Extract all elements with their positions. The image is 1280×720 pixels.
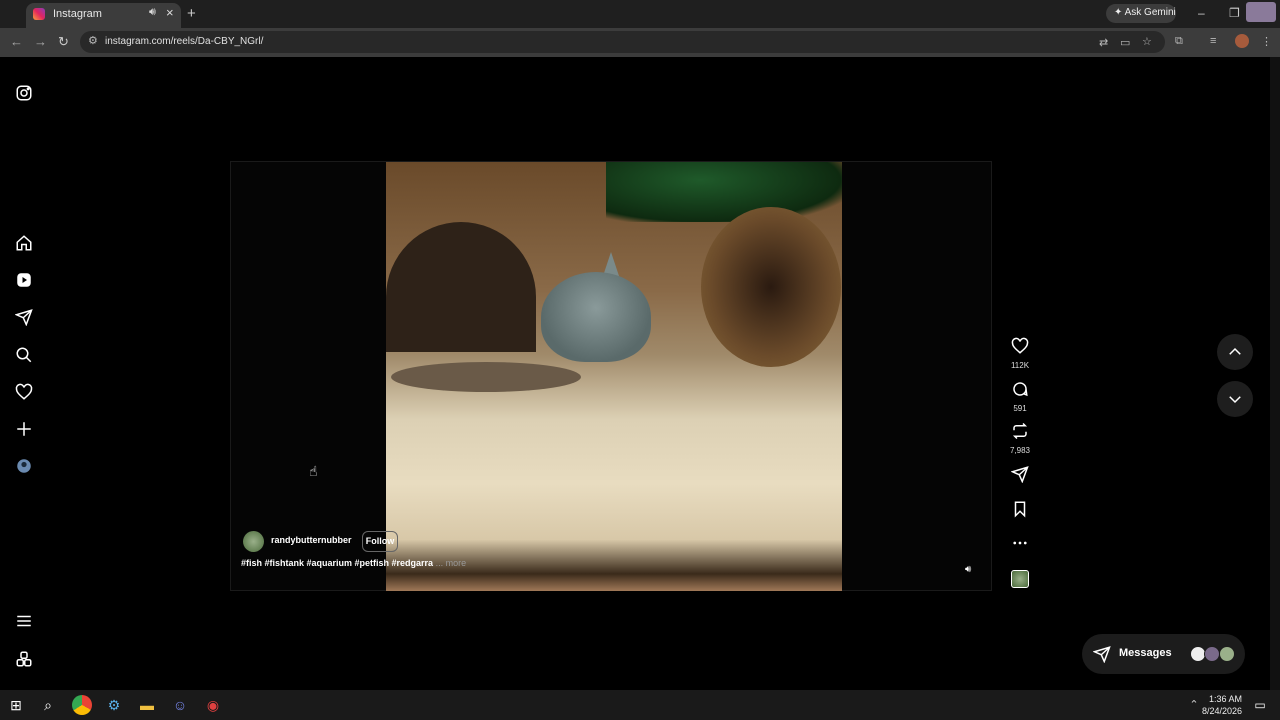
bookmark-star-icon[interactable]: ☆ — [1142, 35, 1152, 48]
forward-arrow-icon[interactable]: → — [34, 34, 47, 49]
original-audio-thumbnail[interactable] — [1011, 570, 1029, 588]
send-icon — [1093, 646, 1111, 663]
instagram-logo-icon[interactable] — [15, 84, 33, 102]
notifications-heart-icon[interactable] — [15, 383, 33, 401]
address-bar[interactable]: ⚙︎ instagram.com/reels/Da-CBY_NGrl/ ⇄ ▭ … — [80, 31, 1165, 53]
message-avatar — [1219, 646, 1235, 662]
back-arrow-icon[interactable]: ← — [10, 34, 23, 49]
bookmark-icon — [1014, 501, 1026, 518]
url-text[interactable]: instagram.com/reels/Da-CBY_NGrl/ — [105, 36, 263, 47]
page-scrollbar[interactable] — [1270, 57, 1280, 690]
home-icon[interactable] — [15, 234, 33, 252]
caption-hashtags[interactable]: #fish #fishtank #aquarium #petfish #redg… — [241, 558, 433, 568]
video-plant — [606, 162, 842, 222]
also-from-meta-icon[interactable] — [15, 650, 33, 668]
taskbar-search-icon[interactable]: ⌕ — [38, 695, 58, 715]
more-link[interactable]: ... more — [436, 558, 467, 568]
like-button[interactable]: 112K — [1008, 337, 1032, 370]
message-avatar — [1204, 646, 1220, 662]
file-explorer-icon[interactable]: ▬ — [137, 695, 157, 715]
new-tab-icon[interactable]: + — [187, 5, 196, 22]
comment-button[interactable]: 591 — [1008, 380, 1032, 413]
browser-tab-bar: Instagram 🔊︎ × + ✦ Ask Gemini – ❐ — [0, 0, 1280, 28]
search-icon[interactable] — [15, 346, 33, 364]
ask-gemini-label: Ask Gemini — [1124, 7, 1176, 18]
more-menu-icon[interactable] — [15, 612, 33, 630]
chevron-up-icon — [1229, 347, 1241, 355]
clock-date: 8/24/2026 — [1201, 706, 1242, 716]
speaker-icon[interactable]: 🔊︎ — [149, 6, 156, 19]
video-fish — [541, 272, 651, 362]
instagram-favicon-icon — [33, 8, 45, 20]
profile-avatar-icon[interactable] — [15, 457, 33, 475]
browser-toolbar: ← → ↻ ⚙︎ instagram.com/reels/Da-CBY_NGrl… — [0, 28, 1280, 57]
share-button[interactable] — [1008, 465, 1032, 488]
user-avatar[interactable] — [1246, 2, 1276, 22]
send-icon — [1010, 466, 1029, 484]
repost-button[interactable]: 7,983 — [1008, 422, 1032, 455]
repost-count: 7,983 — [1009, 446, 1031, 455]
clock-time: 1:36 AM — [1208, 694, 1242, 704]
notification-icon[interactable]: ▭ — [1250, 695, 1270, 715]
like-count: 112K — [1010, 361, 1030, 370]
chrome-icon[interactable] — [72, 695, 92, 715]
steam-icon[interactable]: ⚙︎ — [104, 695, 124, 715]
create-plus-icon[interactable] — [15, 420, 33, 438]
site-info-icon[interactable]: ⚙︎ — [88, 34, 98, 47]
comment-count: 591 — [1013, 404, 1027, 413]
reload-icon[interactable]: ↻ — [58, 34, 69, 50]
author-avatar[interactable] — [243, 531, 264, 552]
more-options-button[interactable] — [1008, 534, 1032, 557]
hand-cursor-icon: ☝︎ — [309, 463, 318, 479]
comment-icon — [1013, 382, 1028, 397]
close-tab-icon[interactable]: × — [166, 5, 174, 20]
translate-icon[interactable]: ⇄ — [1099, 36, 1108, 49]
repost-icon — [1012, 422, 1028, 440]
system-clock[interactable]: 1:36 AM 8/24/2026 — [1198, 693, 1242, 717]
cast-icon[interactable]: ▭ — [1120, 36, 1130, 49]
restore-icon[interactable]: ❐ — [1229, 6, 1240, 20]
ask-gemini-button[interactable]: ✦ Ask Gemini — [1106, 4, 1176, 23]
menu-kebab-icon[interactable]: ⋮ — [1261, 35, 1272, 48]
ellipsis-icon — [1013, 541, 1027, 545]
direct-send-icon[interactable] — [14, 308, 33, 327]
reel-player[interactable]: randybutternubber Follow #fish #fishtank… — [230, 161, 992, 591]
minimize-icon[interactable]: – — [1198, 6, 1205, 20]
chevron-down-icon — [1229, 396, 1241, 404]
tab-title: Instagram — [53, 8, 102, 20]
save-button[interactable] — [1008, 500, 1032, 523]
messages-label: Messages — [1119, 647, 1172, 659]
volume-icon[interactable]: 🔊︎ — [965, 564, 971, 575]
reel-caption[interactable]: #fish #fishtank #aquarium #petfish #redg… — [241, 558, 466, 568]
tab-instagram[interactable]: Instagram 🔊︎ × — [26, 3, 181, 28]
author-username[interactable]: randybutternubber — [271, 535, 352, 545]
app-icon[interactable]: ◉ — [203, 695, 223, 715]
video-driftwood — [391, 362, 581, 392]
profile-avatar[interactable] — [1235, 34, 1249, 48]
previous-reel-button[interactable] — [1217, 334, 1253, 370]
discord-icon[interactable]: ☺︎ — [170, 695, 190, 715]
video-rock-ornament — [701, 207, 841, 367]
windows-start-icon[interactable]: ⊞ — [6, 695, 26, 715]
follow-button[interactable]: Follow — [362, 531, 398, 552]
reel-video[interactable] — [386, 162, 842, 591]
heart-icon — [1011, 337, 1029, 354]
media-control-icon[interactable]: ≡ — [1210, 35, 1216, 47]
video-cave-ornament — [386, 222, 536, 352]
windows-taskbar: ⊞ ⌕ ⚙︎ ▬ ☺︎ ◉ ⌃ 1:36 AM 8/24/2026 ▭ — [0, 690, 1280, 720]
next-reel-button[interactable] — [1217, 381, 1253, 417]
extensions-icon[interactable]: ⧉ — [1175, 35, 1183, 48]
messages-button[interactable]: Messages — [1082, 634, 1245, 674]
reels-icon[interactable] — [15, 271, 33, 289]
